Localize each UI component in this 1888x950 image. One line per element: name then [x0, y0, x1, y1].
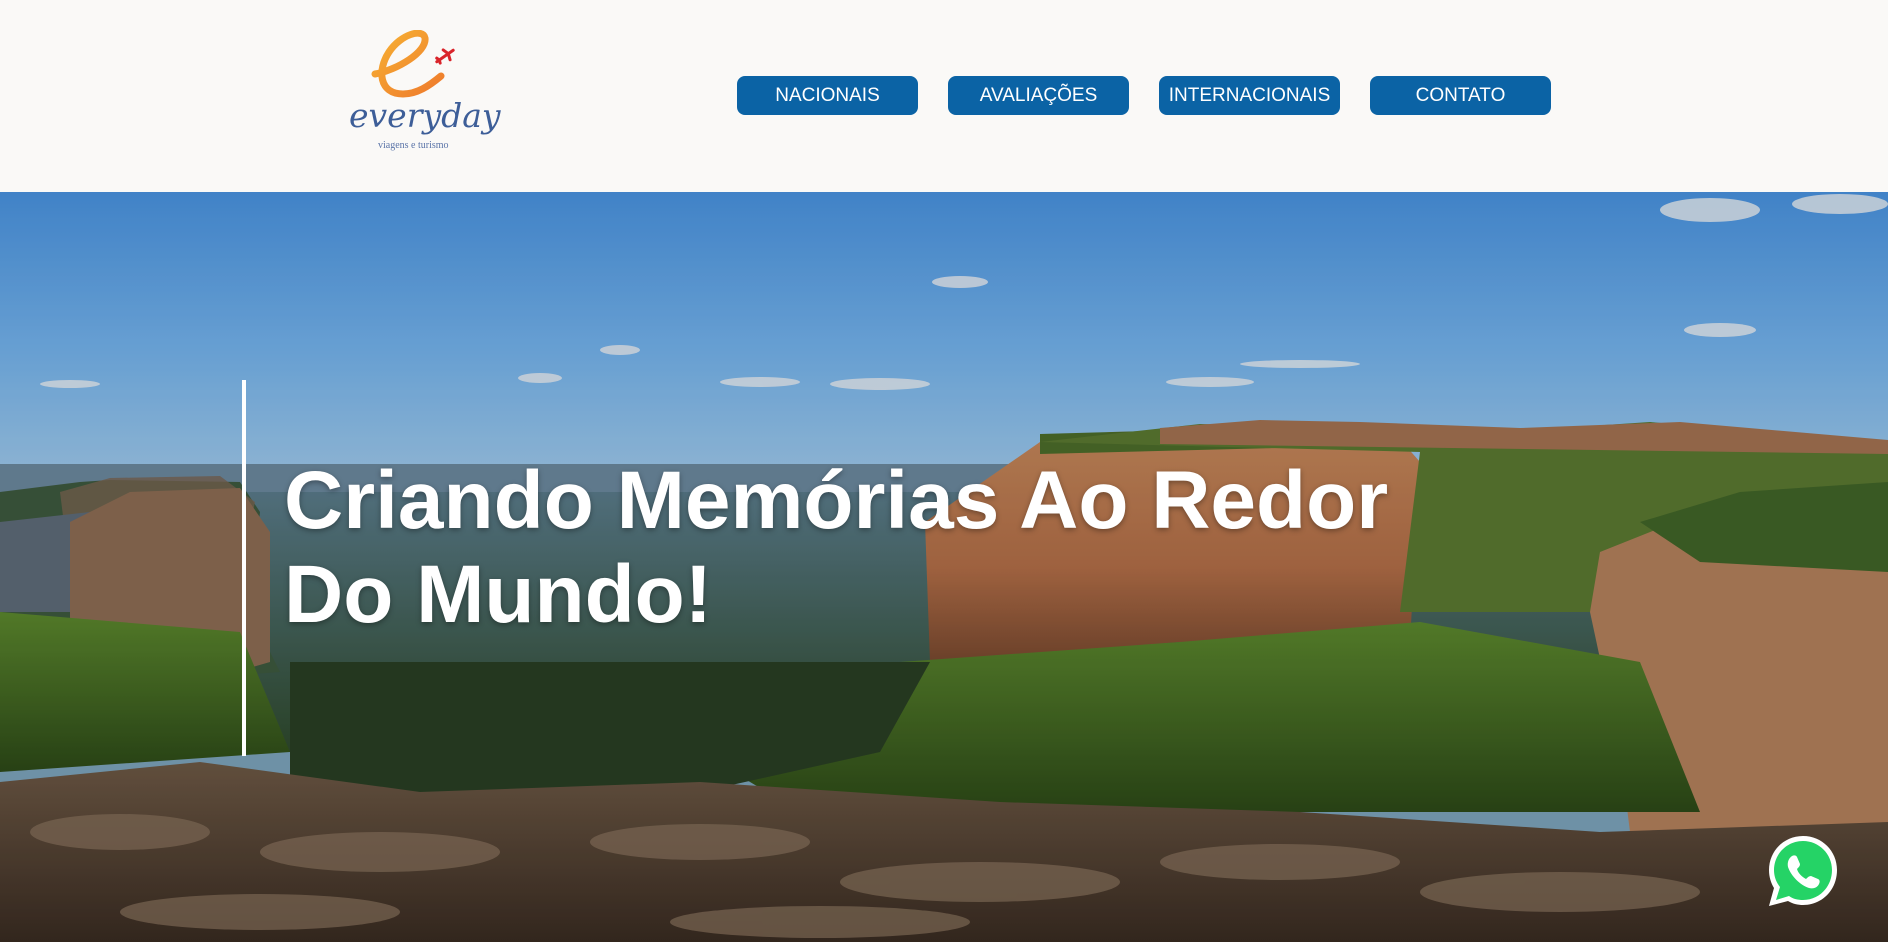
nav-nacionais-button[interactable]: NACIONAIS — [737, 76, 918, 115]
hero-banner: Criando Memórias Ao Redor Do Mundo! — [0, 192, 1888, 942]
nav-contato-button[interactable]: CONTATO — [1370, 76, 1551, 115]
airplane-icon — [435, 48, 455, 65]
whatsapp-button[interactable] — [1764, 832, 1842, 910]
hero-title: Criando Memórias Ao Redor Do Mundo! — [284, 455, 1389, 640]
page-bottom-strip — [0, 942, 1888, 950]
nav-internacionais-button[interactable]: INTERNACIONAIS — [1159, 76, 1340, 115]
hero-accent-line — [242, 380, 246, 756]
brand-logo[interactable]: everyday viagens e turismo — [345, 29, 501, 160]
site-header: everyday viagens e turismo NACIONAIS AVA… — [0, 0, 1888, 192]
main-nav: NACIONAIS AVALIAÇÕES INTERNACIONAIS CONT… — [737, 76, 1551, 115]
nav-avaliacoes-button[interactable]: AVALIAÇÕES — [948, 76, 1129, 115]
logo-tagline: viagens e turismo — [378, 140, 449, 151]
logo-wordmark: everyday — [349, 96, 501, 135]
whatsapp-icon — [1769, 836, 1837, 906]
